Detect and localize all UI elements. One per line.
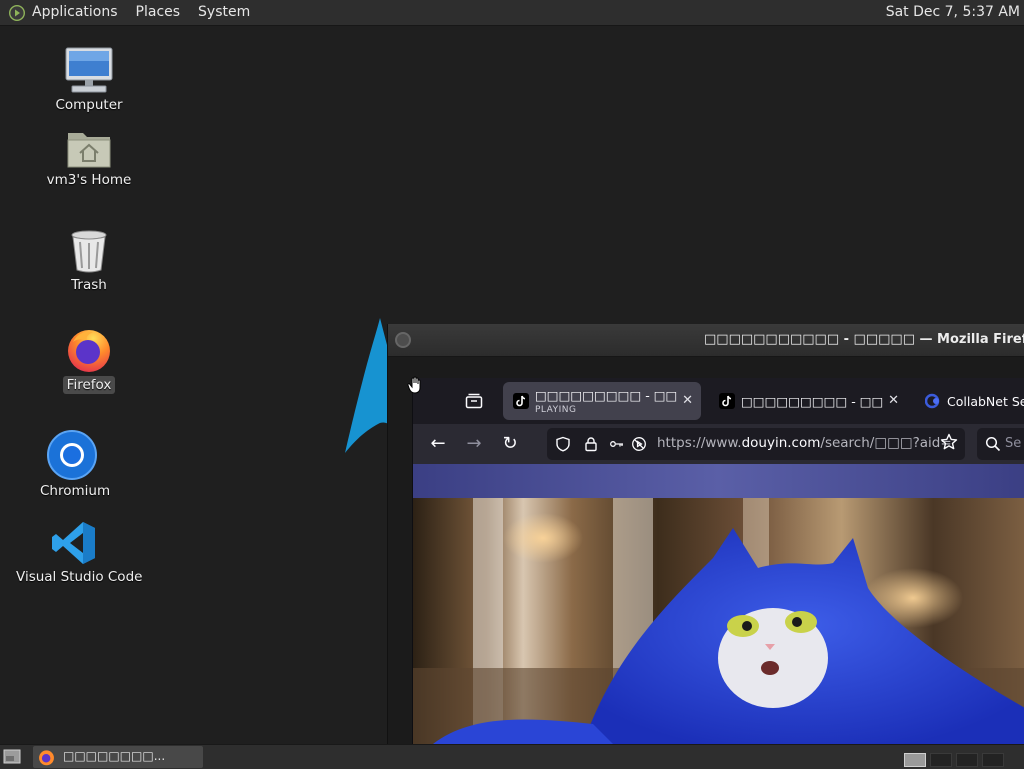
desktop-icon-trash[interactable]: Trash [56, 228, 122, 294]
lock-icon[interactable] [583, 436, 599, 452]
url-scheme: https://www. [657, 435, 742, 451]
chromium-icon [47, 430, 97, 480]
tab-douyin[interactable]: □□□□□□□□□ - □□ ✕ [709, 382, 907, 420]
navigation-toolbar: ← → ↻ https://www.douyin.com/search/□□□?… [413, 424, 1024, 464]
desktop-icon-vscode[interactable]: Visual Studio Code [12, 520, 142, 586]
video-player[interactable] [413, 498, 1024, 744]
window-titlebar[interactable]: □□□□□□□□□□□ - □□□□□ — Mozilla Firefox [388, 324, 1024, 357]
workspace-3[interactable] [956, 753, 978, 767]
hand-cursor-icon [407, 376, 421, 394]
desktop-icon-label: Trash [71, 277, 107, 293]
workspace-1[interactable] [904, 753, 926, 767]
tiktok-icon [719, 393, 735, 409]
tab-douyin-playing[interactable]: □□□□□□□□□ - □□ PLAYING ✕ [503, 382, 701, 420]
desktop-icon-label: vm3's Home [46, 172, 132, 188]
desktop-icon-chromium[interactable]: Chromium [36, 430, 110, 500]
url-text: https://www.douyin.com/search/□□□?aid= [657, 435, 952, 451]
applications-menu[interactable]: Applications [23, 0, 127, 25]
firefox-icon [68, 330, 110, 372]
desktop-icon-label: Firefox [62, 376, 116, 394]
firefox-icon [39, 750, 54, 766]
page-content[interactable] [413, 464, 1024, 744]
tab-overview-icon[interactable] [465, 393, 483, 409]
collabnet-icon [925, 393, 940, 409]
reload-button[interactable]: ↻ [499, 433, 521, 455]
desktop-icon-computer[interactable]: Computer [46, 44, 132, 114]
close-tab-icon[interactable]: ✕ [888, 393, 899, 408]
home-folder-icon [67, 133, 111, 168]
page-header-strip [413, 464, 1024, 498]
desktop-icon-home[interactable]: vm3's Home [42, 127, 136, 189]
desktop-icon-label: Chromium [40, 483, 111, 499]
tab-playing-label: PLAYING [535, 405, 577, 415]
trash-icon [71, 230, 107, 273]
search-bar[interactable]: Se [977, 428, 1024, 460]
tab-collabnet[interactable]: CollabNet Se [915, 382, 1024, 420]
tab-title: □□□□□□□□□ - □□ [741, 394, 884, 409]
computer-icon [65, 47, 113, 93]
taskbar-item-label: □□□□□□□□... [63, 749, 166, 763]
url-path: /search/□□□?aid= [820, 435, 952, 451]
tab-title: □□□□□□□□□ - □□ [535, 388, 678, 403]
desktop-icon-label: Computer [55, 97, 123, 113]
bottom-panel: □□□□□□□□... [0, 744, 1024, 769]
bookmark-star-icon[interactable] [940, 433, 958, 451]
close-tab-icon[interactable]: ✕ [682, 393, 693, 408]
firefox-window[interactable]: □□□□□□□□□ - □□ PLAYING ✕ □□□□□□□□□ - □□ … [412, 378, 1024, 744]
video-frame-image [413, 498, 1024, 744]
back-button[interactable]: ← [427, 433, 449, 455]
desktop-icon-firefox[interactable]: Firefox [56, 326, 122, 394]
system-menu[interactable]: System [189, 0, 259, 25]
top-menu: Applications Places System [23, 0, 259, 25]
window-title: □□□□□□□□□□□ - □□□□□ — Mozilla Firefox [704, 332, 1024, 347]
tiktok-icon [513, 393, 529, 409]
vscode-icon [52, 522, 95, 564]
url-host: douyin.com [741, 435, 821, 451]
workspace-2[interactable] [930, 753, 952, 767]
search-icon [985, 436, 1001, 452]
workspace-4[interactable] [982, 753, 1004, 767]
tab-title: CollabNet Se [947, 394, 1024, 409]
clock[interactable]: Sat Dec 7, 5:37 AM [886, 0, 1020, 25]
desktop-icon-label: Visual Studio Code [16, 569, 143, 585]
show-desktop-icon[interactable] [3, 749, 21, 765]
autoplay-blocked-icon[interactable] [631, 436, 647, 452]
permissions-icon[interactable] [609, 436, 625, 452]
taskbar-item-firefox[interactable]: □□□□□□□□... [33, 746, 203, 768]
shield-icon[interactable] [555, 436, 571, 452]
window-menu-icon[interactable] [395, 332, 411, 348]
url-bar[interactable]: https://www.douyin.com/search/□□□?aid= [547, 428, 965, 460]
search-placeholder: Se [1005, 436, 1022, 451]
places-menu[interactable]: Places [127, 0, 190, 25]
forward-button[interactable]: → [463, 433, 485, 455]
top-panel: Applications Places System Sat Dec 7, 5:… [0, 0, 1024, 26]
tab-strip: □□□□□□□□□ - □□ PLAYING ✕ □□□□□□□□□ - □□ … [413, 378, 1024, 424]
